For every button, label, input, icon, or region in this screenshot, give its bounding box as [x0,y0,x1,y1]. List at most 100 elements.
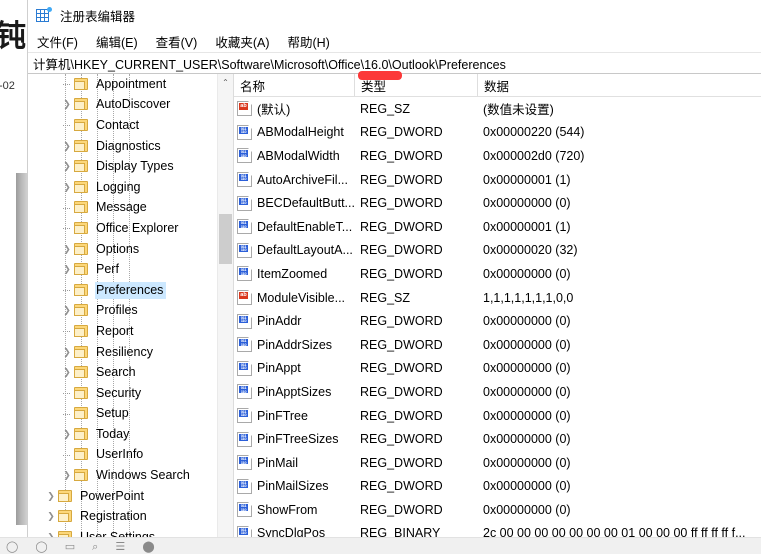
dword-value-icon: 011110 [237,502,252,517]
tree-item-registration[interactable]: ❯ Registration [28,506,233,527]
value-row[interactable]: 011110PinApptREG_DWORD0x00000000 (0) [234,357,761,381]
tree-item-office-explorer[interactable]: Office Explorer [28,218,233,239]
value-name-label: PinMail [257,456,298,470]
tree-item-autodiscover[interactable]: ❯ AutoDiscover [28,95,233,116]
tree-connector-line [60,198,74,218]
value-name-cell: abModuleVisible... [234,290,354,305]
value-row[interactable]: 011110PinMailSizesREG_DWORD0x00000000 (0… [234,475,761,499]
tree-item-label: Display Types [95,158,177,175]
tree-item-security[interactable]: Security [28,383,233,404]
value-row[interactable]: 011110ABModalWidthREG_DWORD0x000002d0 (7… [234,144,761,168]
value-data-cell: 0x00000000 (0) [477,409,761,423]
tree-vertical-scrollbar[interactable]: ⌃ [217,74,233,540]
tree-item-display-types[interactable]: ❯ Display Types [28,156,233,177]
chevron-right-icon[interactable]: ❯ [60,424,74,444]
value-row[interactable]: 011110PinApptSizesREG_DWORD0x00000000 (0… [234,380,761,404]
menu-favorites[interactable]: 收藏夹(A) [215,30,278,53]
value-row[interactable]: 011110DefaultLayoutA...REG_DWORD0x000000… [234,239,761,263]
menu-view[interactable]: 查看(V) [156,30,207,53]
folder-icon [74,181,90,194]
value-row[interactable]: 011110ShowFromREG_DWORD0x00000000 (0) [234,498,761,522]
tree-item-label: Windows Search [95,467,193,484]
value-name-cell: 011110DefaultLayoutA... [234,243,354,258]
tree-item-message[interactable]: Message [28,198,233,219]
value-data-cell: (数值未设置) [477,99,761,118]
value-row[interactable]: ab(默认)REG_SZ(数值未设置) [234,97,761,121]
chevron-right-icon[interactable]: ❯ [60,136,74,156]
tree-item-powerpoint[interactable]: ❯PowerPoint [28,486,233,507]
value-row[interactable]: 011110PinAddrREG_DWORD0x00000000 (0) [234,309,761,333]
tree-item-preferences[interactable]: Preferences [28,280,233,301]
value-row[interactable]: 011110PinMailREG_DWORD0x00000000 (0) [234,451,761,475]
tree-scrollbar-thumb[interactable] [219,214,232,264]
value-row[interactable]: abModuleVisible...REG_SZ1,1,1,1,1,1,1,0,… [234,286,761,310]
tree-item-profiles[interactable]: ❯Profiles [28,301,233,322]
folder-icon [74,366,90,379]
tree-item-userinfo[interactable]: UserInfo [28,445,233,466]
value-row[interactable]: 011110PinAddrSizesREG_DWORD0x00000000 (0… [234,333,761,357]
tree-item-label: Registration [79,508,150,525]
tree-connector-line [60,115,74,135]
chevron-right-icon[interactable]: ❯ [60,177,74,197]
chevron-right-icon[interactable]: ❯ [44,507,58,527]
folder-icon [74,160,90,173]
folder-icon [74,119,90,132]
value-row[interactable]: 011110ABModalHeightREG_DWORD0x00000220 (… [234,121,761,145]
value-type-cell: REG_DWORD [354,503,477,517]
chevron-right-icon[interactable]: ❯ [60,301,74,321]
tree-item-setup[interactable]: Setup [28,404,233,425]
menu-file[interactable]: 文件(F) [37,30,87,53]
value-type-cell: REG_SZ [354,102,477,116]
scroll-up-arrow-icon[interactable]: ⌃ [218,74,233,91]
registry-tree-pane[interactable]: Appointment❯AutoDiscoverContact❯Diagnost… [28,74,234,540]
tree-item-appointment[interactable]: Appointment [28,74,233,95]
chevron-right-icon[interactable]: ❯ [60,363,74,383]
registry-values-pane[interactable]: 名称 类型 数据 ab(默认)REG_SZ(数值未设置)011110ABModa… [234,74,761,540]
taskbar-icon-row[interactable]: ◯ ◯ ▭ ⌕ ☰ ⬤ [6,540,162,554]
value-row[interactable]: 011110AutoArchiveFil...REG_DWORD0x000000… [234,168,761,192]
tree-item-diagnostics[interactable]: ❯Diagnostics [28,136,233,157]
tree-item-report[interactable]: Report [28,321,233,342]
taskbar[interactable]: ◯ ◯ ▭ ⌕ ☰ ⬤ [0,537,761,554]
chevron-right-icon[interactable]: ❯ [60,342,74,362]
tree-item-options[interactable]: ❯Options [28,239,233,260]
tree-item-label: Today [95,426,132,443]
tree-item-resiliency[interactable]: ❯Resiliency [28,342,233,363]
column-header-name[interactable]: 名称 [234,74,354,96]
background-vertical-bar [16,173,27,525]
value-row[interactable]: 011110BECDefaultButt...REG_DWORD0x000000… [234,191,761,215]
value-name-label: ModuleVisible... [257,291,345,305]
value-data-cell: 1,1,1,1,1,1,1,0,0 [477,291,761,305]
value-row[interactable]: 011110PinFTreeSizesREG_DWORD0x00000000 (… [234,427,761,451]
value-type-cell: REG_DWORD [354,479,477,493]
value-name-cell: 011110PinMailSizes [234,479,354,494]
value-name-cell: 011110ShowFrom [234,502,354,517]
screen: 钝 -02 注册表编辑器 文件(F) 编辑(E) 查看(V) 收藏夹(A) 帮助… [0,0,761,554]
chevron-right-icon[interactable]: ❯ [60,260,74,280]
chevron-right-icon[interactable]: ❯ [60,239,74,259]
tree-item-windows-search[interactable]: ❯ Windows Search [28,465,233,486]
folder-icon [74,469,90,482]
tree-item-contact[interactable]: Contact [28,115,233,136]
chevron-right-icon[interactable]: ❯ [60,466,74,486]
value-row[interactable]: 011110DefaultEnableT...REG_DWORD0x000000… [234,215,761,239]
column-header-data[interactable]: 数据 [477,74,761,96]
folder-icon [74,407,90,420]
tree-item-logging[interactable]: ❯Logging [28,177,233,198]
menu-edit[interactable]: 编辑(E) [96,30,147,53]
menu-help[interactable]: 帮助(H) [287,30,338,53]
tree-item-today[interactable]: ❯ Today [28,424,233,445]
value-row[interactable]: 011110PinFTreeREG_DWORD0x00000000 (0) [234,404,761,428]
tree-item-search[interactable]: ❯Search [28,362,233,383]
tree-item-label: AutoDiscover [95,96,173,113]
value-data-cell: 0x00000000 (0) [477,479,761,493]
value-name-label: PinAddrSizes [257,338,332,352]
value-row[interactable]: 011110ItemZoomedREG_DWORD0x00000000 (0) [234,262,761,286]
chevron-right-icon[interactable]: ❯ [60,157,74,177]
chevron-right-icon[interactable]: ❯ [44,486,58,506]
tree-item-perf[interactable]: ❯Perf [28,259,233,280]
dword-value-icon: 011110 [237,196,252,211]
value-type-cell: REG_SZ [354,291,477,305]
folder-icon [58,490,74,503]
chevron-right-icon[interactable]: ❯ [60,95,74,115]
